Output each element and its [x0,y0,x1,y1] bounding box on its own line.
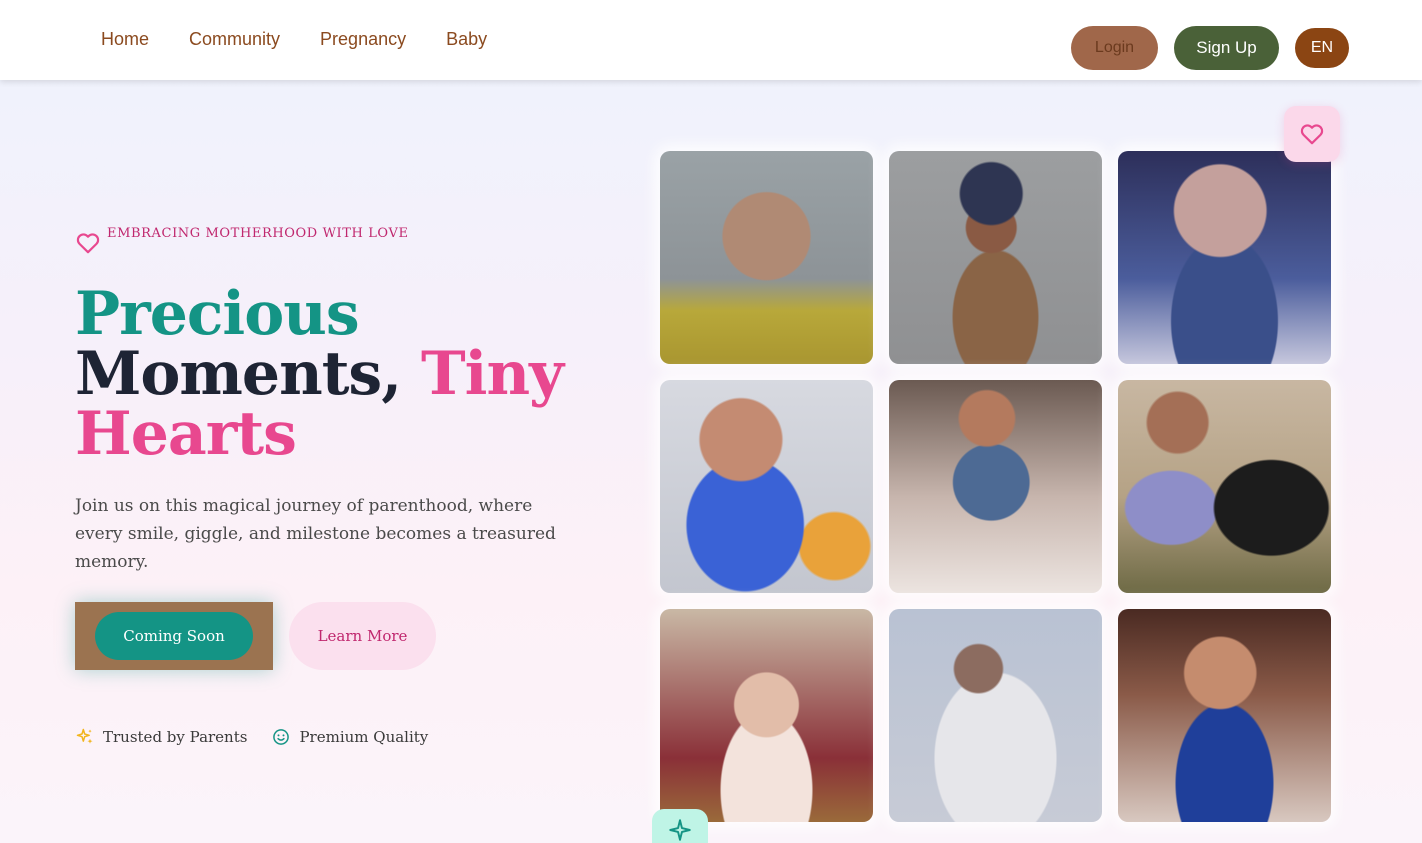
gallery-photo[interactable] [1118,151,1331,364]
nav-home-link[interactable]: Home [101,29,149,50]
top-navigation-bar: Home Community Pregnancy Baby Login Sign… [0,0,1422,80]
coming-soon-button[interactable]: Coming Soon [95,612,253,660]
gallery-photo[interactable] [1118,609,1331,822]
hero-description: Join us on this magical journey of paren… [75,496,556,572]
gallery-photo[interactable] [660,151,873,364]
gallery-photo[interactable] [889,380,1102,593]
badge-trusted: Trusted by Parents [75,727,247,747]
tagline-text: EMBRACING MOTHERHOOD WITH LOVE [107,226,409,241]
headline-word-precious: Precious [75,279,360,349]
sparkle-floating-button[interactable] [652,809,708,843]
gallery-photo[interactable] [1118,380,1331,593]
smile-icon [273,729,290,745]
sparkle-icon [669,819,691,841]
headline-word-hearts: Hearts [75,399,297,469]
gallery-photo[interactable] [660,609,873,822]
hero-headline: Precious Moments, Tiny Hearts [75,284,635,464]
language-button[interactable]: EN [1295,28,1349,68]
learn-more-button[interactable]: Learn More [289,602,436,670]
badge-quality-label: Premium Quality [299,728,429,746]
photo-gallery [660,151,1331,822]
heart-icon [76,233,100,254]
trust-badges: Trusted by Parents Premium Quality [75,727,452,747]
heart-icon [1300,124,1324,145]
nav-community-link[interactable]: Community [189,29,280,50]
favorite-floating-button[interactable] [1284,106,1340,162]
nav-pregnancy-link[interactable]: Pregnancy [320,29,406,50]
main-nav: Home Community Pregnancy Baby [101,29,527,50]
signup-button[interactable]: Sign Up [1174,26,1279,70]
gallery-photo[interactable] [660,380,873,593]
badge-trusted-label: Trusted by Parents [103,728,248,746]
headline-word-tiny: Tiny [421,339,564,409]
login-button[interactable]: Login [1071,26,1158,70]
badge-quality: Premium Quality [271,727,428,747]
gallery-photo[interactable] [889,609,1102,822]
nav-baby-link[interactable]: Baby [446,29,487,50]
gallery-photo[interactable] [889,151,1102,364]
sparkles-icon [76,728,93,744]
hero-tagline: EMBRACING MOTHERHOOD WITH LOVE [75,226,409,256]
